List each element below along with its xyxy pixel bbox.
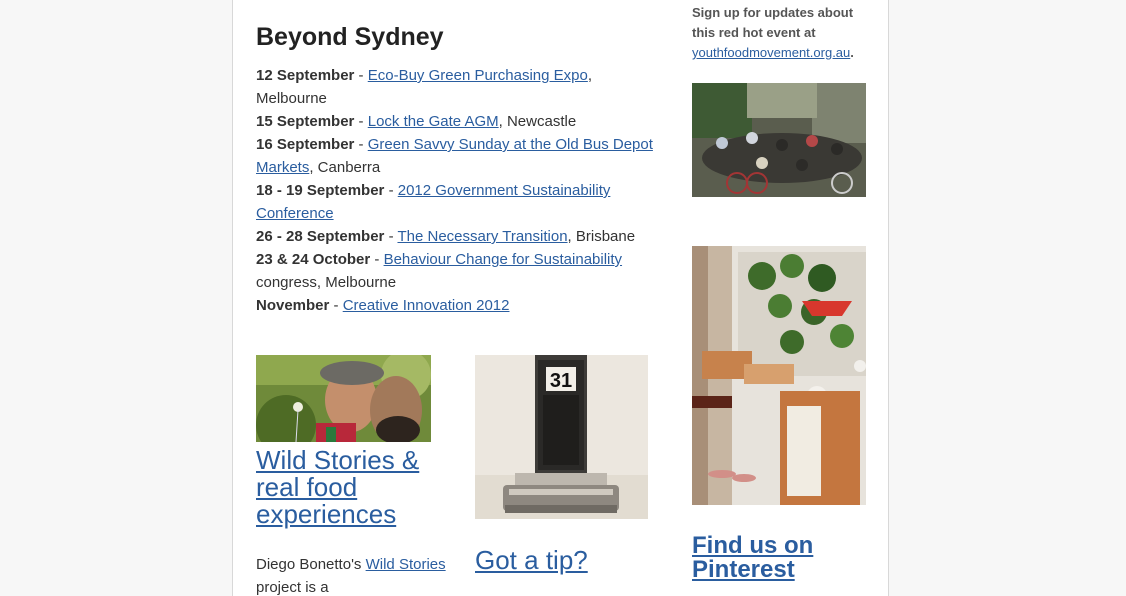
event-location: , Newcastle — [498, 113, 577, 130]
text-before: Diego Bonetto's — [256, 556, 366, 573]
event-item: 12 September - Eco-Buy Green Purchasing … — [256, 64, 656, 110]
wild-stories-text: Diego Bonetto's Wild Stories project is … — [256, 553, 446, 596]
event-date: 12 September — [256, 67, 355, 84]
wild-stories-photo[interactable] — [256, 355, 431, 442]
signup-label: Sign up for updates about this red hot e… — [692, 5, 854, 40]
event-item: 18 - 19 September - 2012 Government Sust… — [256, 179, 656, 225]
event-date: November — [256, 297, 330, 314]
event-list: 12 September - Eco-Buy Green Purchasing … — [256, 64, 656, 317]
event-item: 16 September - Green Savvy Sunday at the… — [256, 133, 656, 179]
section-title: Beyond Sydney — [256, 23, 444, 51]
event-item: 23 & 24 October - Behaviour Change for S… — [256, 248, 656, 294]
event-separator: - — [329, 297, 343, 314]
event-location: , Brisbane — [567, 228, 636, 245]
event-item: 26 - 28 September - The Necessary Transi… — [256, 225, 656, 248]
signup-text: Sign up for updates about this red hot e… — [692, 3, 867, 63]
event-link[interactable]: Lock the Gate AGM — [368, 113, 499, 130]
event-separator: - — [370, 251, 384, 268]
signup-end: . — [850, 45, 854, 60]
event-link[interactable]: Eco-Buy Green Purchasing Expo — [368, 67, 588, 84]
text-after: project is a — [256, 579, 329, 596]
event-location: , Canberra — [309, 159, 381, 176]
event-date: 16 September — [256, 136, 355, 153]
event-date: 26 - 28 September — [256, 228, 385, 245]
event-separator: - — [354, 67, 368, 84]
event-link[interactable]: Creative Innovation 2012 — [343, 297, 510, 314]
pinterest-link[interactable]: Find us on Pinterest — [692, 534, 852, 582]
got-a-tip-link[interactable]: Got a tip? — [475, 547, 588, 574]
event-item: 15 September - Lock the Gate AGM, Newcas… — [256, 110, 656, 133]
event-separator: - — [354, 113, 368, 130]
event-separator: - — [354, 136, 368, 153]
event-link[interactable]: Behaviour Change for Sustainability — [384, 251, 622, 268]
wild-stories-link[interactable]: Wild Stories & real food experiences — [256, 447, 446, 528]
wild-stories-inline-link[interactable]: Wild Stories — [366, 556, 446, 573]
event-date: 15 September — [256, 113, 355, 130]
newsletter-page: Beyond Sydney 12 September - Eco-Buy Gre… — [232, 0, 889, 596]
events-section: Beyond Sydney 12 September - Eco-Buy Gre… — [256, 20, 656, 317]
calendar-digit: 31 — [550, 370, 572, 392]
event-date: 23 & 24 October — [256, 251, 371, 268]
event-separator: - — [384, 182, 398, 199]
youthfood-link[interactable]: youthfoodmovement.org.au — [692, 45, 850, 60]
calendar-photo[interactable]: 31 — [475, 355, 648, 519]
event-location: congress, Melbourne — [256, 274, 397, 291]
event-date: 18 - 19 September — [256, 182, 385, 199]
interior-plants-photo[interactable] — [692, 246, 866, 505]
event-link[interactable]: The Necessary Transition — [397, 228, 567, 245]
street-market-photo[interactable] — [692, 83, 866, 197]
event-separator: - — [384, 228, 398, 245]
event-item: November - Creative Innovation 2012 — [256, 294, 656, 317]
